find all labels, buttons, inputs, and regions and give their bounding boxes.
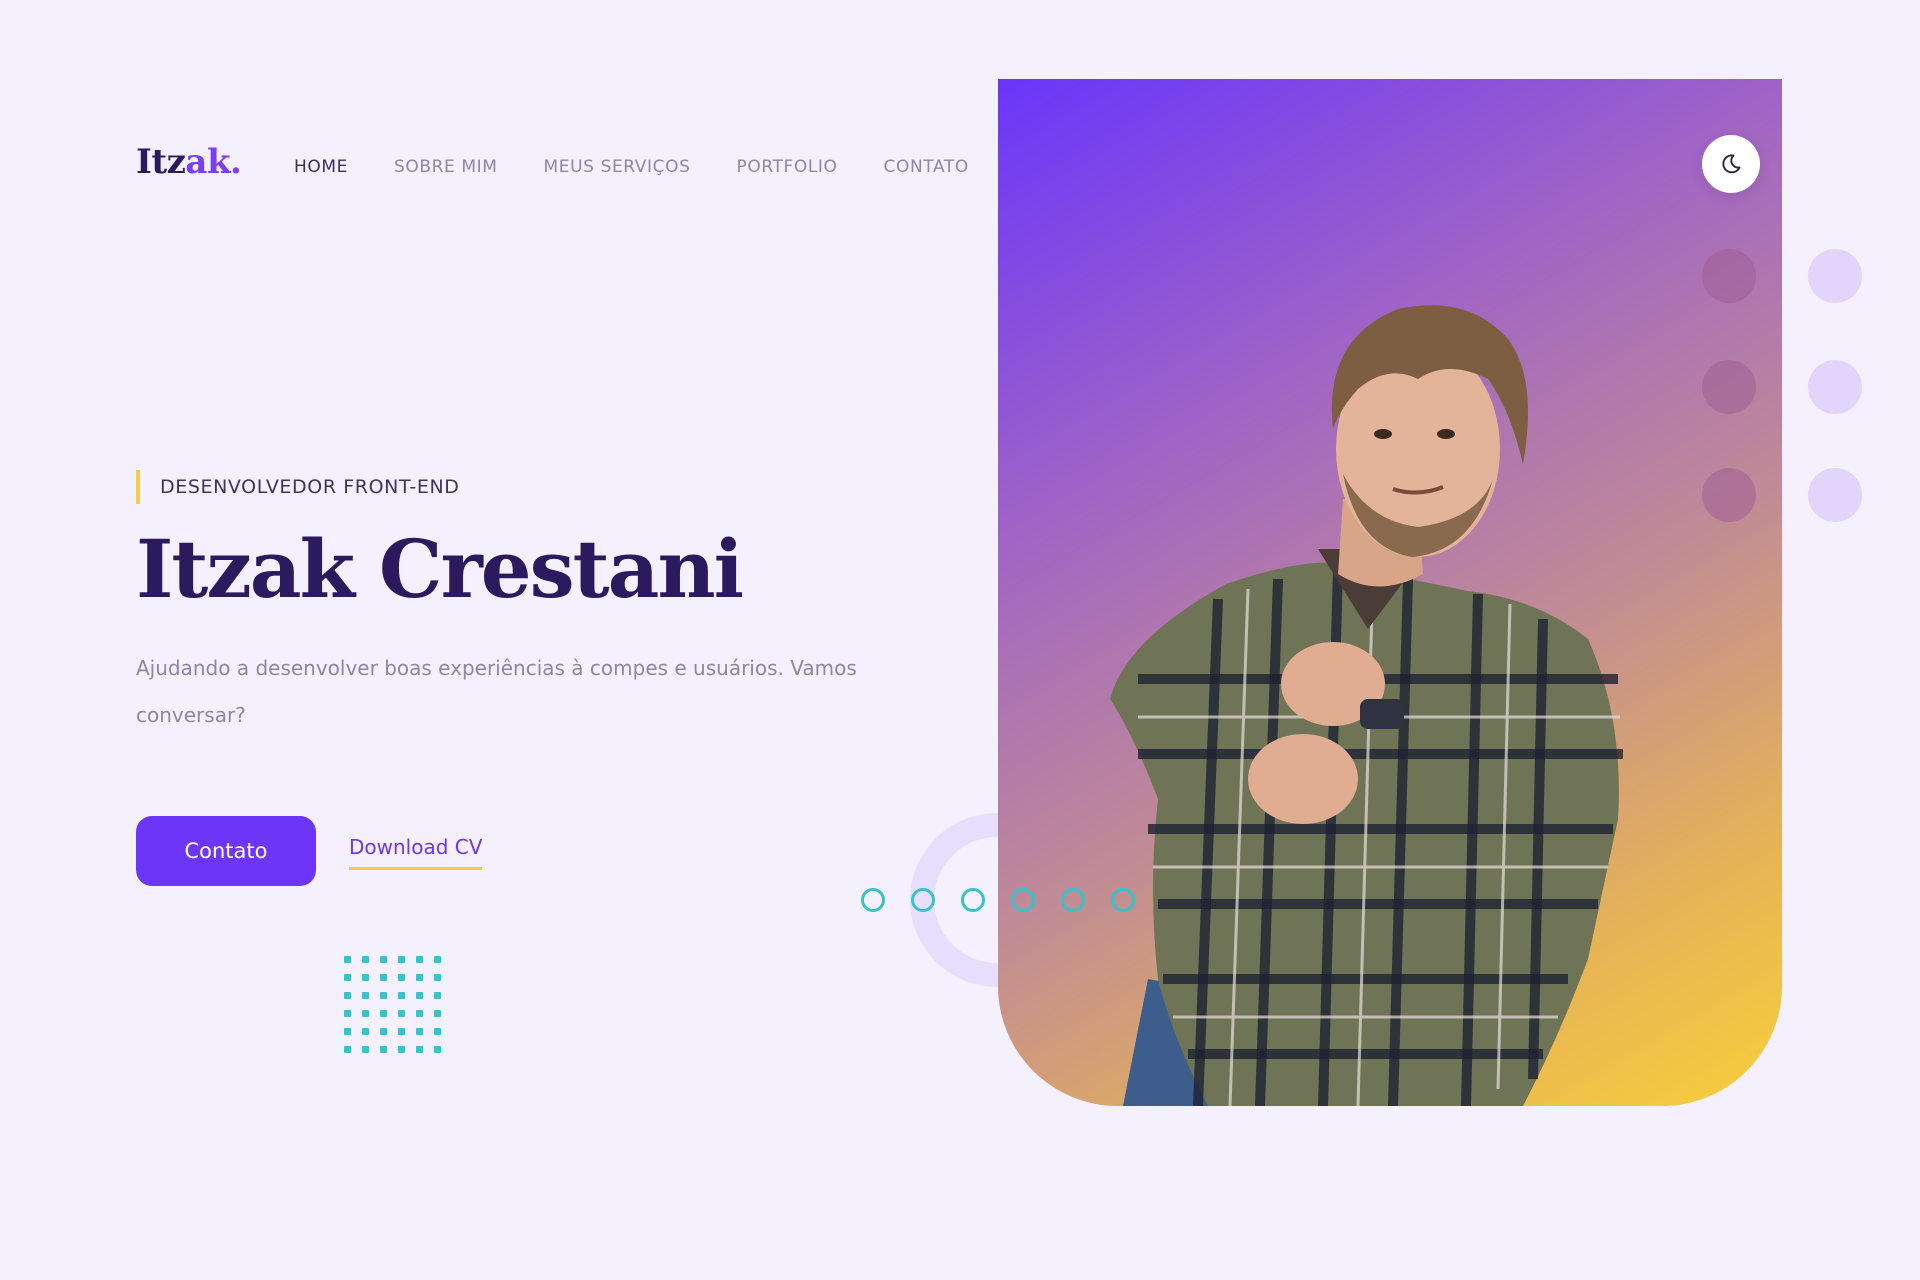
theme-toggle-button[interactable] (1702, 135, 1760, 193)
profile-photo (1110, 305, 1623, 1106)
hero-photo-card (998, 79, 1782, 1106)
decorative-circle (911, 888, 935, 912)
main-nav: HOME SOBRE MIM MEUS SERVIÇOS PORTFOLIO C… (286, 157, 969, 181)
decorative-dot (1808, 468, 1862, 522)
decorative-circle (1011, 888, 1035, 912)
decorative-dot (1702, 249, 1756, 303)
decorative-circle-row (861, 888, 1135, 912)
download-cv-link[interactable]: Download CV (349, 835, 483, 870)
logo-accent-text: ak. (185, 142, 242, 182)
decorative-dot (1702, 468, 1756, 522)
nav-item-portfolio[interactable]: PORTFOLIO (736, 157, 837, 177)
decorative-dot-grid (344, 956, 444, 1056)
decorative-dot (1808, 360, 1862, 414)
logo-main-text: Itz (136, 142, 186, 182)
site-logo[interactable]: Itzak. (136, 142, 242, 182)
hero-description: Ajudando a desenvolver boas experiências… (136, 656, 857, 727)
hero-title: Itzak Crestani (136, 522, 744, 616)
decorative-dot (1702, 360, 1756, 414)
decorative-dot (1808, 249, 1862, 303)
nav-item-contato[interactable]: CONTATO (884, 157, 969, 177)
decorative-circle (1061, 888, 1085, 912)
decorative-circle (861, 888, 885, 912)
nav-item-home[interactable]: HOME (286, 157, 348, 181)
nav-item-meus-servicos[interactable]: MEUS SERVIÇOS (544, 157, 691, 177)
hero-page: Itzak. HOME SOBRE MIM MEUS SERVIÇOS PORT… (0, 0, 1920, 1280)
decorative-circle (1111, 888, 1135, 912)
nav-item-sobre-mim[interactable]: SOBRE MIM (394, 157, 498, 177)
role-eyebrow: DESENVOLVEDOR FRONT-END (136, 470, 460, 504)
contact-button[interactable]: Contato (136, 816, 316, 886)
moon-icon (1722, 154, 1741, 174)
decorative-circle (961, 888, 985, 912)
